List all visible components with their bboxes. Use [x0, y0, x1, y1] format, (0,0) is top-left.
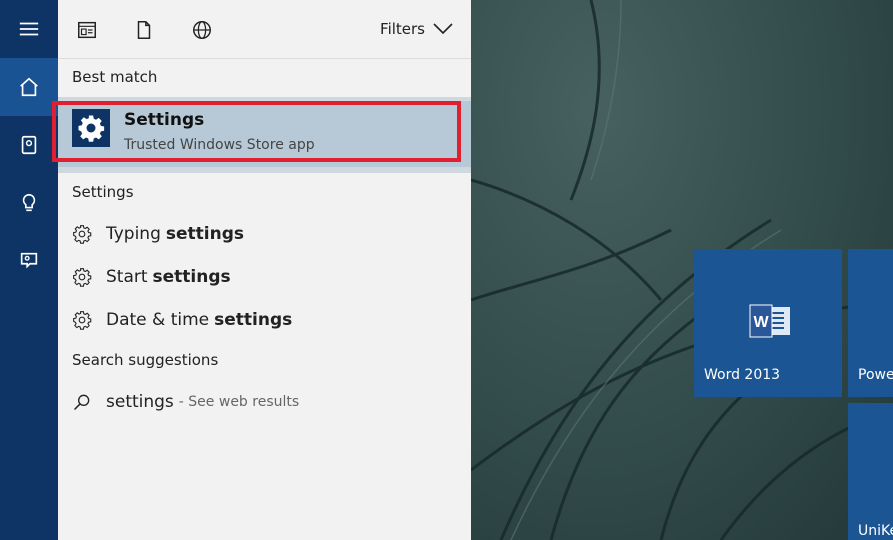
reminders-button[interactable]	[0, 174, 58, 232]
feedback-button[interactable]	[0, 232, 58, 290]
lightbulb-icon	[22, 193, 36, 212]
tile-unikey[interactable]: UniKe	[848, 403, 893, 540]
hamburger-menu-button[interactable]	[0, 0, 58, 58]
gear-icon	[78, 115, 105, 142]
result-typing-settings[interactable]: Typing settings	[72, 220, 244, 248]
tile-label: Word 2013	[704, 367, 781, 383]
result-label: Date & time	[106, 310, 210, 330]
best-match-item[interactable]: Settings Trusted Windows Store app	[52, 97, 471, 173]
web-globe-icon	[193, 21, 211, 39]
result-start-settings[interactable]: Start settings	[72, 263, 231, 291]
filter-toolbar: Filters	[58, 0, 471, 59]
apps-icon	[78, 21, 96, 39]
search-suggestions-heading: Search suggestions	[72, 351, 219, 369]
word-icon: W	[749, 304, 790, 338]
tile-label: UniKe	[858, 523, 893, 539]
best-match-subtitle: Trusted Windows Store app	[124, 137, 315, 153]
home-button[interactable]	[0, 58, 58, 116]
feedback-icon	[20, 252, 38, 269]
gear-outline-icon	[73, 311, 92, 330]
result-label-bold: settings	[214, 310, 293, 330]
suggestion-query: settings	[106, 392, 174, 412]
gear-outline-icon	[73, 268, 92, 287]
web-suggestion-item[interactable]: settings - See web results	[72, 388, 299, 416]
documents-filter-button[interactable]	[133, 19, 155, 41]
web-results-hint: - See web results	[178, 394, 300, 410]
best-match-title: Settings	[124, 110, 205, 130]
left-rail	[0, 0, 58, 540]
apps-filter-button[interactable]	[76, 19, 98, 41]
document-icon	[137, 21, 151, 39]
gear-outline-icon	[73, 225, 92, 244]
result-label-bold: settings	[165, 224, 245, 244]
tile-powerpoint[interactable]: Powe	[848, 249, 893, 397]
notebook-icon	[21, 135, 37, 155]
result-label: Start	[106, 267, 148, 287]
result-label: Typing	[106, 224, 161, 244]
search-results-panel: Filters Best match Settings Trusted Wind…	[52, 0, 471, 540]
tile-word-2013[interactable]: W Word 2013	[694, 249, 842, 397]
home-icon	[20, 77, 38, 97]
filters-label: Filters	[380, 20, 425, 38]
hamburger-icon	[19, 22, 39, 36]
filters-dropdown[interactable]: Filters	[380, 20, 453, 38]
notebook-button[interactable]	[0, 116, 58, 174]
result-date-time-settings[interactable]: Date & time settings	[72, 306, 292, 334]
settings-section-heading: Settings	[72, 183, 134, 201]
settings-app-tile	[72, 109, 110, 147]
search-icon	[73, 394, 90, 411]
svg-text:W: W	[753, 314, 769, 331]
web-filter-button[interactable]	[191, 19, 213, 41]
desktop-background: W Word 2013 Powe UniKe	[471, 0, 893, 540]
tile-label: Powe	[858, 367, 893, 383]
best-match-heading: Best match	[72, 68, 158, 86]
chevron-down-icon	[433, 23, 453, 35]
result-label-bold: settings	[152, 267, 231, 287]
